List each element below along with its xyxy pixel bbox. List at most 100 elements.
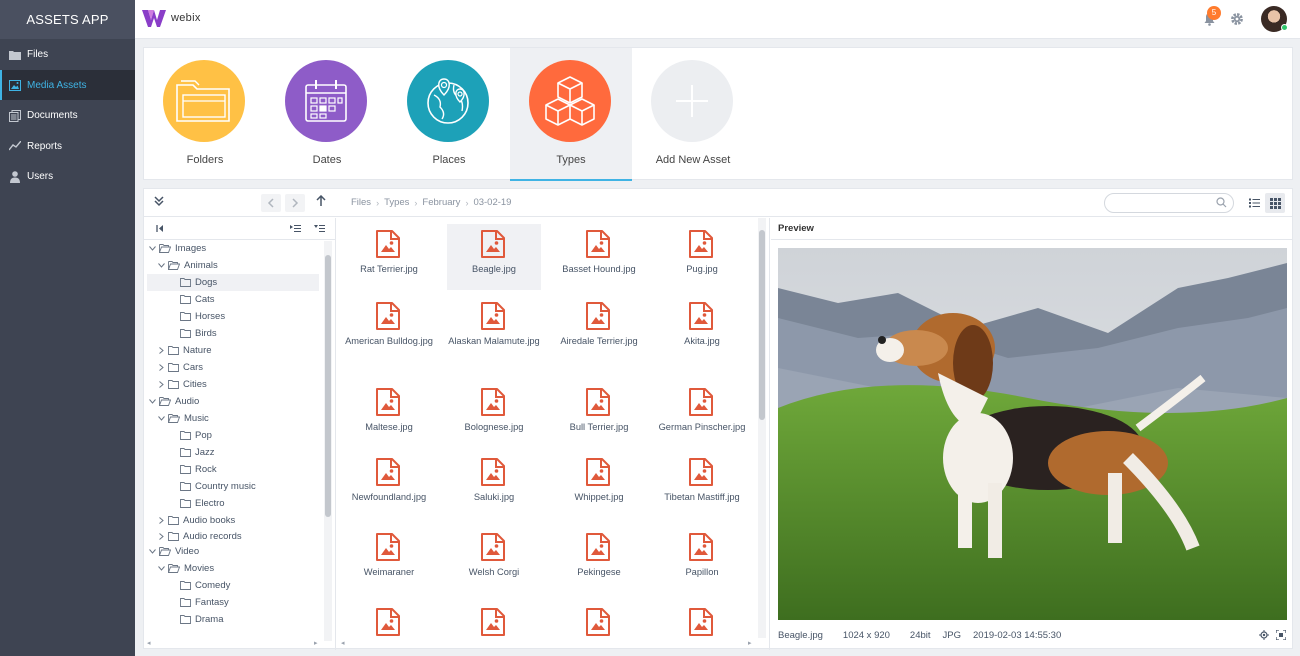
back-button[interactable] [261,194,281,212]
collapse-toggle-button[interactable] [154,195,164,207]
tree-scroll-right-arrow[interactable]: ▸ [314,639,318,647]
file-item[interactable]: Tibetan Mastiff.jpg [655,452,749,518]
tree-node-audio[interactable]: Audio [144,393,322,410]
tree-node-rock[interactable]: Rock [144,461,322,478]
file-item[interactable]: Papillon [655,527,749,593]
file-item[interactable]: Whippet.jpg [552,452,646,518]
tree-node-pop[interactable]: Pop [144,427,322,444]
tree-node-audio-books[interactable]: Audio books [144,512,322,529]
expand-all-button[interactable] [314,224,325,233]
chevron-right-icon[interactable] [157,533,165,540]
tree-node-music[interactable]: Music [144,410,322,427]
up-button[interactable] [316,195,326,207]
file-item[interactable]: Weimaraner [342,527,436,593]
chevron-right-icon[interactable] [157,364,165,371]
file-item[interactable]: German Pinscher.jpg [655,382,749,448]
sidebar-item-reports[interactable]: Reports [0,131,135,161]
chevron-down-icon[interactable] [157,263,165,268]
tree-node-label: Electro [195,498,225,509]
file-item[interactable] [447,602,541,650]
file-item[interactable]: Pug.jpg [655,224,749,290]
tree-node-fantasy[interactable]: Fantasy [144,594,322,611]
chevron-right-icon[interactable] [157,517,165,524]
tree-scroll-left-arrow[interactable]: ◂ [147,639,151,647]
tree-node-video[interactable]: Video [144,543,322,560]
category-add-new-asset[interactable]: Add New Asset [632,48,754,181]
file-item[interactable]: Bolognese.jpg [447,382,541,448]
sidebar-item-users[interactable]: Users [0,162,135,192]
fullscreen-button[interactable] [1276,630,1286,640]
chevron-down-icon[interactable] [148,246,156,251]
chevron-right-icon[interactable] [157,347,165,354]
file-item[interactable] [342,602,436,650]
collapse-sidebar-button[interactable] [156,224,164,233]
category-types[interactable]: Types [510,48,632,181]
tree-node-movies[interactable]: Movies [144,560,322,577]
tree-node-cats[interactable]: Cats [144,291,322,308]
preview-image [778,248,1287,620]
forward-button[interactable] [285,194,305,212]
tree-node-horses[interactable]: Horses [144,308,322,325]
sidebar-item-documents[interactable]: Documents [0,101,135,131]
file-item[interactable]: Alaskan Malamute.jpg [447,296,541,362]
files-scrollbar-thumb[interactable] [759,230,765,420]
tree-node-birds[interactable]: Birds [144,325,322,342]
collapse-all-button[interactable] [290,224,301,233]
grid-view-button[interactable] [1265,193,1285,213]
list-view-button[interactable] [1244,193,1264,213]
chevron-down-icon[interactable] [148,549,156,554]
folder-icon [168,363,179,372]
category-circle [529,60,611,142]
breadcrumb-item[interactable]: 03-02-19 [473,197,511,208]
file-item[interactable]: Pekingese [552,527,646,593]
sidebar-item-files[interactable]: Files [0,40,135,70]
file-item[interactable]: Bull Terrier.jpg [552,382,646,448]
chevron-down-icon[interactable] [148,399,156,404]
chevron-right-icon[interactable] [157,381,165,388]
tree-node-drama[interactable]: Drama [144,611,322,628]
logo[interactable]: webix [142,8,201,28]
tree-node-jazz[interactable]: Jazz [144,444,322,461]
tree-node-label: Dogs [195,277,218,288]
search-icon[interactable] [1216,197,1227,211]
files-scrollbar[interactable] [758,218,766,638]
category-folders[interactable]: Folders [144,48,266,181]
file-item[interactable]: Basset Hound.jpg [552,224,646,290]
chevron-down-icon[interactable] [157,416,165,421]
tree-node-dogs[interactable]: Dogs [147,274,319,291]
chevron-down-icon[interactable] [157,566,165,571]
file-item[interactable]: Akita.jpg [655,296,749,362]
tree-node-electro[interactable]: Electro [144,495,322,512]
category-places[interactable]: Places [388,48,510,181]
file-item[interactable] [655,602,749,650]
list-view-icon [1248,198,1260,208]
category-dates[interactable]: Dates [266,48,388,181]
search-input[interactable] [1113,194,1221,212]
file-item[interactable] [552,602,646,650]
file-item[interactable]: Saluki.jpg [447,452,541,518]
settings-button[interactable] [1230,12,1244,29]
file-item[interactable]: American Bulldog.jpg [342,296,436,362]
tree-scrollbar[interactable] [324,241,332,641]
file-item[interactable]: Beagle.jpg [447,224,541,290]
breadcrumb-item[interactable]: Types [384,197,409,208]
file-item[interactable]: Maltese.jpg [342,382,436,448]
tree-node-animals[interactable]: Animals [144,257,322,274]
tree-node-images[interactable]: Images [144,240,322,257]
breadcrumb-item[interactable]: February [422,197,460,208]
tree-node-comedy[interactable]: Comedy [144,577,322,594]
breadcrumb-item[interactable]: Files [351,197,371,208]
sidebar-item-media-assets[interactable]: Media Assets [0,70,135,100]
tree-node-nature[interactable]: Nature [144,342,322,359]
tree-node-cars[interactable]: Cars [144,359,322,376]
tree-scrollbar-thumb[interactable] [325,255,331,517]
file-item[interactable]: Newfoundland.jpg [342,452,436,518]
locate-button[interactable] [1259,630,1269,640]
sidebar-item-label: Reports [27,140,63,152]
file-item[interactable]: Airedale Terrier.jpg [552,296,646,362]
file-item[interactable]: Welsh Corgi [447,527,541,593]
tree-node-cities[interactable]: Cities [144,376,322,393]
tree-node-country-music[interactable]: Country music [144,478,322,495]
file-item[interactable]: Rat Terrier.jpg [342,224,436,290]
folder-icon [180,312,191,321]
